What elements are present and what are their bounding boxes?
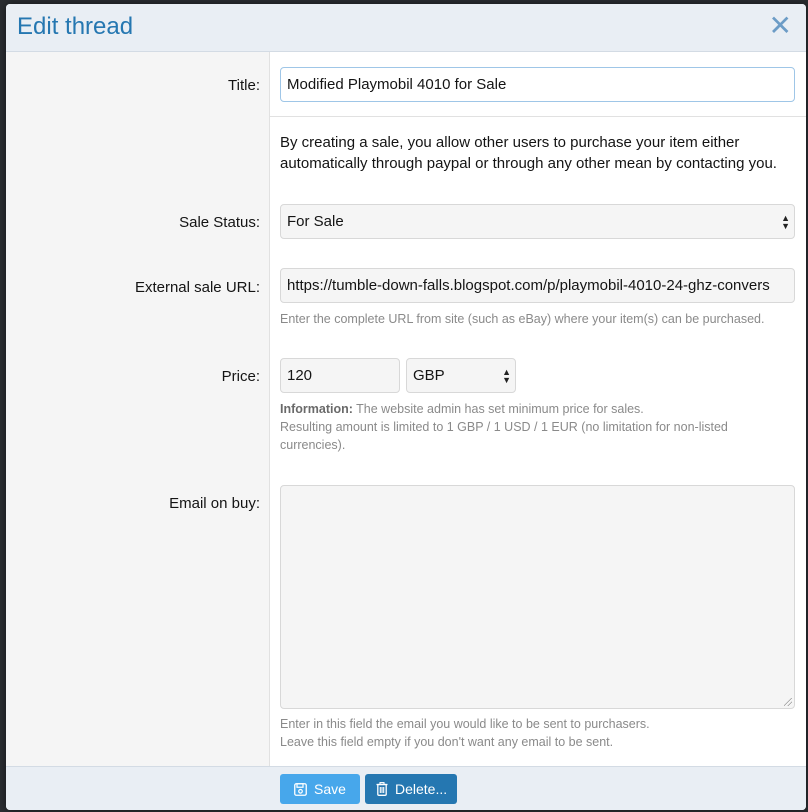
delete-label: Delete...	[395, 781, 448, 797]
save-button[interactable]: Save	[280, 774, 360, 804]
currency-value: GBP	[413, 367, 445, 384]
price-limit-line1: Resulting amount is limited to 1 GBP / 1…	[280, 420, 728, 434]
trash-icon	[376, 782, 388, 796]
title-label: Title:	[228, 77, 260, 94]
price-label: Price:	[221, 368, 260, 385]
close-icon[interactable]: ✕	[769, 12, 792, 40]
save-icon	[294, 782, 307, 796]
currency-select[interactable]: GBP ▲ ▼	[406, 358, 516, 393]
select-arrows-icon: ▲ ▼	[781, 212, 790, 231]
title-input-value: Modified Playmobil 4010 for Sale	[287, 76, 507, 93]
form-label-column	[6, 52, 270, 766]
save-label: Save	[314, 781, 346, 797]
sale-status-select[interactable]: For Sale ▲ ▼	[280, 204, 795, 239]
price-info-bold: Information:	[280, 402, 353, 416]
price-info-text: The website admin has set minimum price …	[352, 402, 644, 416]
dialog-header: Edit thread ✕	[6, 4, 806, 52]
edit-thread-dialog: Edit thread ✕ Title: Modified Playmobil …	[6, 4, 806, 810]
external-url-value: https://tumble-down-falls.blogspot.com/p…	[287, 277, 770, 294]
divider	[270, 116, 806, 117]
price-limit-line2: currencies).	[280, 438, 346, 452]
email-hint-2: Leave this field empty if you don't want…	[280, 735, 614, 749]
price-value: 120	[287, 367, 313, 384]
delete-button[interactable]: Delete...	[365, 774, 457, 804]
price-input[interactable]: 120	[280, 358, 400, 393]
email-hint-1: Enter in this field the email you would …	[280, 717, 650, 731]
external-url-hint: Enter the complete URL from site (such a…	[280, 312, 765, 326]
external-url-input[interactable]: https://tumble-down-falls.blogspot.com/p…	[280, 268, 795, 303]
resize-grip-icon[interactable]	[784, 698, 792, 706]
sale-description: By creating a sale, you allow other user…	[280, 134, 777, 172]
select-arrows-icon: ▲ ▼	[502, 366, 511, 385]
sale-status-label: Sale Status:	[179, 214, 260, 231]
sale-status-value: For Sale	[287, 213, 344, 230]
email-on-buy-label: Email on buy:	[169, 495, 260, 512]
external-url-label: External sale URL:	[134, 279, 260, 296]
dialog-title: Edit thread	[17, 13, 134, 40]
price-info: Information: The website admin has set m…	[280, 400, 644, 418]
dialog-footer: Save Delete...	[6, 766, 806, 810]
email-on-buy-textarea[interactable]	[280, 485, 795, 709]
title-input[interactable]: Modified Playmobil 4010 for Sale	[280, 67, 795, 102]
